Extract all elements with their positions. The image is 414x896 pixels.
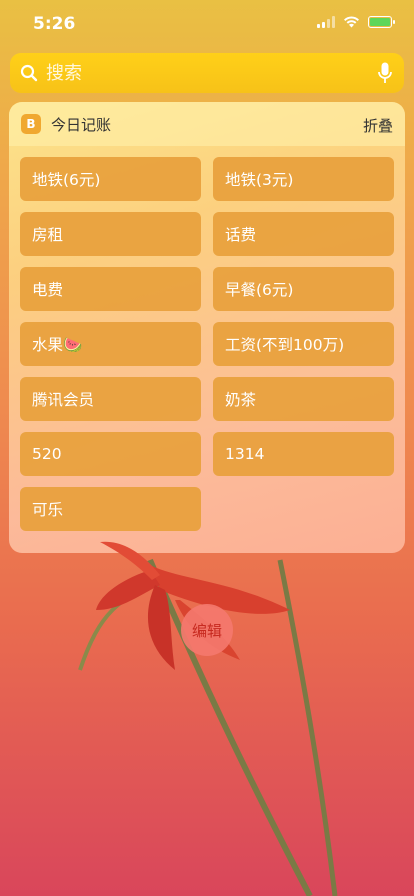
expense-button[interactable]: 早餐(6元): [213, 267, 394, 311]
accounting-widget: B 今日记账 折叠 地铁(6元) 地铁(3元) 房租 话费 电费 早餐(6元) …: [9, 102, 405, 553]
wallpaper-flower: [78, 541, 338, 896]
expense-button[interactable]: 奶茶: [213, 377, 394, 421]
search-input[interactable]: [44, 61, 348, 85]
expense-button[interactable]: 地铁(3元): [213, 157, 394, 201]
status-time: 5:26: [33, 14, 76, 34]
expense-button[interactable]: 可乐: [20, 487, 201, 531]
status-bar: 5:26: [0, 0, 414, 50]
expense-button[interactable]: 1314: [213, 432, 394, 476]
microphone-icon[interactable]: [378, 62, 392, 84]
status-icons: [317, 16, 395, 28]
expense-button[interactable]: 电费: [20, 267, 201, 311]
expense-button[interactable]: 520: [20, 432, 201, 476]
edit-button[interactable]: 编辑: [181, 604, 233, 656]
cellular-signal-icon: [317, 16, 335, 28]
expense-button[interactable]: 房租: [20, 212, 201, 256]
expense-button[interactable]: 腾讯会员: [20, 377, 201, 421]
expense-button[interactable]: 水果🍉: [20, 322, 201, 366]
search-bar[interactable]: [10, 53, 404, 93]
expense-button[interactable]: 地铁(6元): [20, 157, 201, 201]
expense-grid: 地铁(6元) 地铁(3元) 房租 话费 电费 早餐(6元) 水果🍉 工资(不到1…: [20, 157, 394, 531]
widget-title: 今日记账: [51, 115, 112, 134]
search-icon: [20, 64, 38, 82]
expense-button[interactable]: 工资(不到100万): [213, 322, 394, 366]
widget-header: B 今日记账 折叠: [9, 102, 405, 146]
bitcoin-app-icon: B: [21, 114, 41, 134]
wifi-icon: [343, 16, 360, 28]
expense-button[interactable]: 话费: [213, 212, 394, 256]
battery-charging-icon: [368, 16, 395, 28]
collapse-button[interactable]: 折叠: [363, 115, 393, 136]
